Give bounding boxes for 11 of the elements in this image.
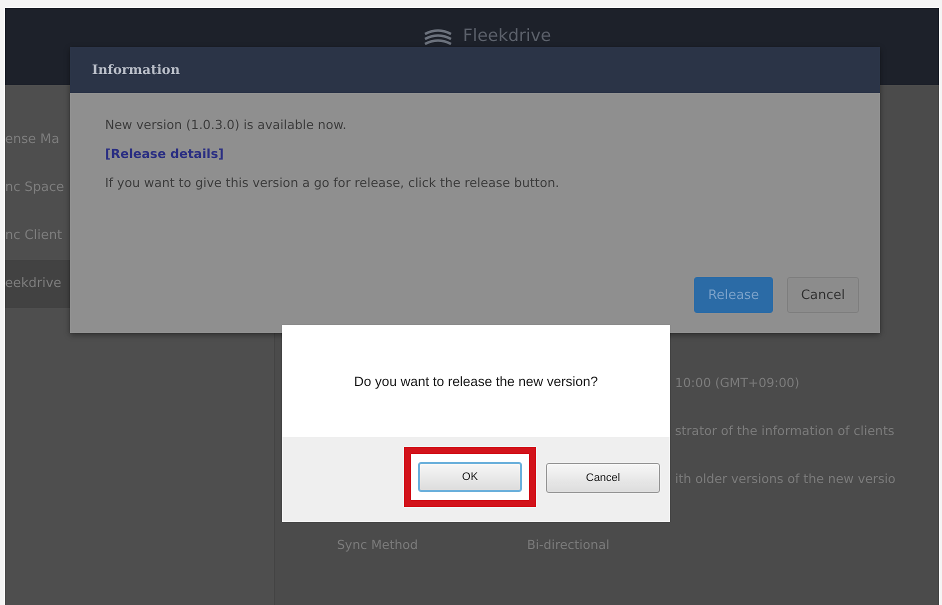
- cancel-button[interactable]: Cancel: [546, 463, 660, 493]
- cancel-button[interactable]: Cancel: [786, 277, 859, 313]
- dialog-message: If you want to give this version a go for release, click the release button.: [105, 174, 560, 192]
- release-details-link[interactable]: [Release details]: [105, 143, 224, 165]
- dialog-title: Information: [92, 62, 180, 78]
- ok-button[interactable]: OK: [418, 462, 522, 492]
- dialog-message: New version (1.0.3.0) is available now.: [105, 116, 346, 134]
- dialog-message: Do you want to release the new version?: [354, 374, 598, 388]
- app-title: Fleekdrive: [462, 26, 552, 46]
- sidebar-item[interactable]: eekdrive: [5, 260, 70, 308]
- release-button[interactable]: Release: [694, 277, 773, 313]
